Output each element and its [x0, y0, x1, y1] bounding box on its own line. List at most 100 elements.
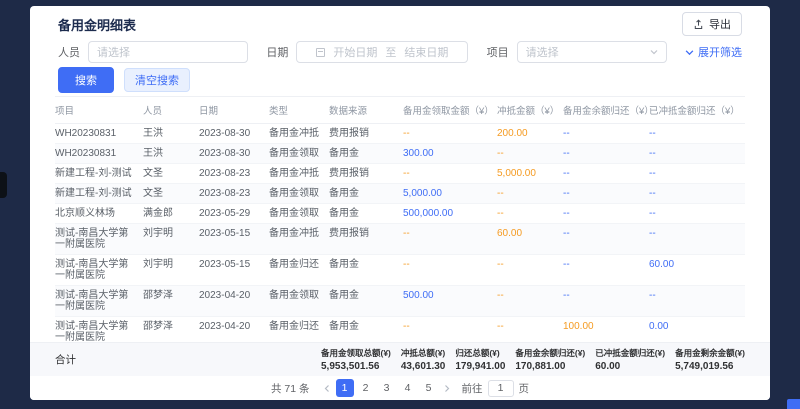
cell: 备用金领取 [269, 184, 329, 203]
person-filter-group: 人员 请选择 [58, 41, 248, 63]
amount-cell: -- [497, 184, 563, 203]
table-body: WH20230831王洪2023-08-30备用金冲抵费用报销--200.00-… [55, 124, 745, 342]
amount-cell: -- [403, 224, 497, 254]
amount-cell: -- [497, 255, 563, 285]
cell: 王洪 [143, 144, 199, 163]
amount-cell: -- [403, 164, 497, 183]
expand-filter-label: 展开筛选 [698, 44, 742, 60]
cell: 测试-南昌大学第一附属医院 [55, 224, 143, 254]
summary-item: 冲抵总额(¥)43,601.30 [401, 347, 446, 372]
cell: 备用金归还 [269, 255, 329, 285]
table-row[interactable]: 测试-南昌大学第一附属医院刘宇明2023-05-15备用金归还备用金------… [55, 255, 745, 286]
project-select[interactable]: 请选择 [517, 41, 667, 63]
amount-cell: -- [497, 144, 563, 163]
table-row[interactable]: WH20230831王洪2023-08-30备用金冲抵费用报销--200.00-… [55, 124, 745, 144]
cell: 文圣 [143, 164, 199, 183]
summary-item-label: 已冲抵金额归还(¥) [595, 347, 665, 359]
amount-cell: 500,000.00 [403, 204, 497, 223]
amount-cell: 0.00 [649, 317, 737, 342]
cell: 文圣 [143, 184, 199, 203]
summary-item: 归还总额(¥)179,941.00 [455, 347, 505, 372]
prev-page-button[interactable] [323, 384, 331, 393]
summary-item: 备用金剩余金额(¥)5,749,019.56 [675, 347, 745, 372]
cell: 备用金 [329, 144, 403, 163]
amount-cell: 300.00 [403, 144, 497, 163]
summary-item-value: 5,953,501.56 [321, 361, 391, 372]
cell: 邵梦泽 [143, 286, 199, 316]
amount-cell: 500.00 [403, 286, 497, 316]
side-drawer-handle[interactable] [0, 172, 7, 198]
amount-cell: -- [649, 204, 737, 223]
column-header: 人员 [143, 97, 199, 123]
summary-item-label: 备用金剩余金额(¥) [675, 347, 745, 359]
amount-cell: -- [563, 124, 649, 143]
table-row[interactable]: 测试-南昌大学第一附属医院邵梦泽2023-04-20备用金归还备用金----10… [55, 317, 745, 342]
cell: 2023-08-23 [199, 184, 269, 203]
export-icon [693, 19, 704, 30]
table-row[interactable]: 测试-南昌大学第一附属医院刘宇明2023-05-15备用金冲抵费用报销--60.… [55, 224, 745, 255]
cell: 刘宇明 [143, 224, 199, 254]
cell: 备用金冲抵 [269, 124, 329, 143]
amount-cell: -- [497, 204, 563, 223]
page-button[interactable]: 2 [357, 379, 375, 397]
amount-cell: 60.00 [649, 255, 737, 285]
date-range-picker[interactable]: 开始日期 至 结束日期 [296, 41, 468, 63]
cell: 王洪 [143, 124, 199, 143]
filter-bar: 人员 请选择 日期 开始日期 至 结束日期 项目 请选择 [30, 38, 770, 66]
column-header: 类型 [269, 97, 329, 123]
cell: 新建工程-刘-测试 [55, 184, 143, 203]
table-row[interactable]: WH20230831王洪2023-08-30备用金领取备用金300.00----… [55, 144, 745, 164]
expand-filter-link[interactable]: 展开筛选 [685, 44, 742, 60]
page-button[interactable]: 1 [336, 379, 354, 397]
amount-cell: -- [649, 184, 737, 203]
amount-cell: -- [649, 144, 737, 163]
cell: 备用金领取 [269, 144, 329, 163]
floating-widget[interactable] [787, 399, 800, 409]
page-button[interactable]: 3 [378, 379, 396, 397]
summary-item-value: 170,881.00 [515, 361, 585, 372]
cell: 备用金 [329, 184, 403, 203]
summary-item-label: 冲抵总额(¥) [401, 347, 446, 359]
table-row[interactable]: 北京顺义林场满金郎2023-05-29备用金领取备用金500,000.00---… [55, 204, 745, 224]
cell: 满金郎 [143, 204, 199, 223]
next-page-button[interactable] [443, 384, 451, 393]
page-button[interactable]: 5 [420, 379, 438, 397]
export-button[interactable]: 导出 [682, 12, 742, 36]
cell: 2023-05-15 [199, 255, 269, 285]
cell: 备用金 [329, 255, 403, 285]
table-row[interactable]: 新建工程-刘-测试文圣2023-08-23备用金领取备用金5,000.00---… [55, 184, 745, 204]
page-button[interactable]: 4 [399, 379, 417, 397]
page-header: 备用金明细表 导出 [30, 10, 770, 38]
project-label: 项目 [487, 44, 509, 60]
summary-item-label: 备用金余额归还(¥) [515, 347, 585, 359]
cell: 测试-南昌大学第一附属医院 [55, 286, 143, 316]
cell: 备用金冲抵 [269, 164, 329, 183]
column-header: 冲抵金额（¥） [497, 97, 563, 123]
amount-cell: 5,000.00 [497, 164, 563, 183]
table-row[interactable]: 测试-南昌大学第一附属医院邵梦泽2023-04-20备用金领取备用金500.00… [55, 286, 745, 317]
column-header: 备用金余额归还（¥） [563, 97, 649, 123]
goto-page-input[interactable] [488, 380, 514, 397]
column-header: 数据来源 [329, 97, 403, 123]
search-button[interactable]: 搜索 [58, 67, 114, 93]
cell: 2023-05-29 [199, 204, 269, 223]
cell: 费用报销 [329, 164, 403, 183]
cell: 备用金归还 [269, 317, 329, 342]
project-placeholder: 请选择 [526, 44, 559, 60]
clear-search-button[interactable]: 清空搜索 [124, 68, 190, 92]
cell: 备用金 [329, 317, 403, 342]
table-row[interactable]: 新建工程-刘-测试文圣2023-08-23备用金冲抵费用报销--5,000.00… [55, 164, 745, 184]
date-filter-group: 日期 开始日期 至 结束日期 [266, 41, 468, 63]
cell: 邵梦泽 [143, 317, 199, 342]
amount-cell: 100.00 [563, 317, 649, 342]
amount-cell: -- [563, 255, 649, 285]
person-select[interactable]: 请选择 [88, 41, 248, 63]
cell: 新建工程-刘-测试 [55, 164, 143, 183]
total-count: 共 71 条 [271, 381, 310, 396]
summary-label: 合计 [55, 352, 76, 367]
cell: 费用报销 [329, 224, 403, 254]
main-panel: 备用金明细表 导出 人员 请选择 日期 开始日期 至 结束日期 [30, 6, 770, 400]
page-background: { "page": { "title": "备用金明细表", "export_l… [0, 0, 800, 409]
summary-item: 备用金余额归还(¥) 170,881.00 [515, 347, 585, 372]
cell: 备用金冲抵 [269, 224, 329, 254]
